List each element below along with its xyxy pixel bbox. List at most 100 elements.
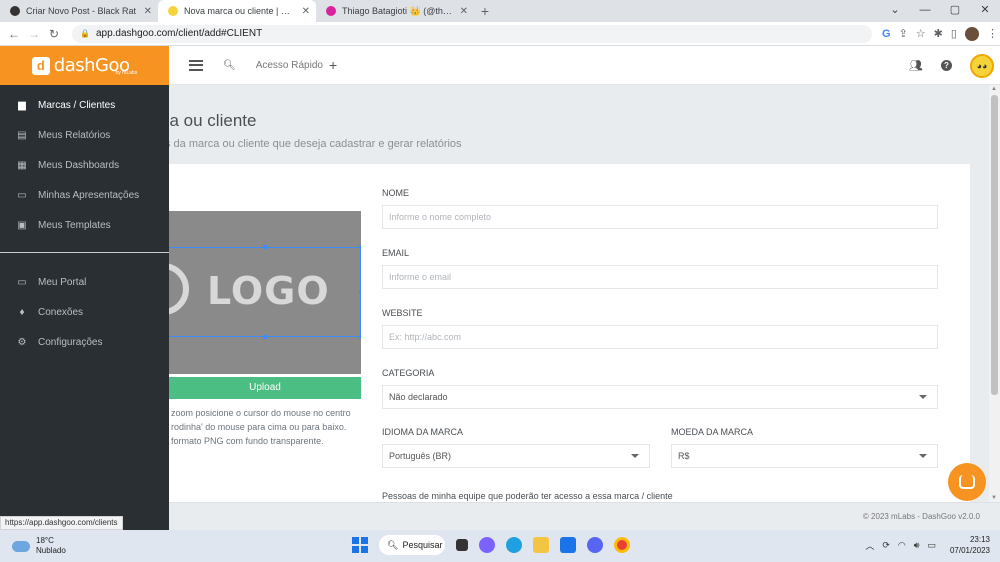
close-tab-icon[interactable]: ✕ <box>144 6 152 17</box>
team-icon[interactable]: 👥︎ <box>909 59 923 72</box>
close-tab-icon[interactable]: ✕ <box>302 6 310 17</box>
name-field[interactable]: Informe o nome completo <box>382 205 938 229</box>
scroll-down-icon[interactable]: ▼ <box>991 495 997 501</box>
forward-icon[interactable]: → <box>24 27 44 41</box>
briefcase-icon: ▆ <box>18 99 26 111</box>
website-field[interactable]: Ex: http://abc.com <box>382 325 938 349</box>
sidebar-item-templates[interactable]: ▣ Meus Templates <box>0 210 169 240</box>
battery-icon[interactable]: ▭ <box>927 540 936 551</box>
search-icon[interactable]: 🔍︎ <box>223 60 236 71</box>
file-explorer-icon[interactable] <box>533 537 549 553</box>
sidebar-item-dashboards[interactable]: ▦ Meus Dashboards <box>0 150 169 180</box>
tab-favicon-icon <box>326 6 336 16</box>
browser-tab-active[interactable]: Nova marca ou cliente | DashGoo ✕ <box>158 0 316 22</box>
app-footer: © 2023 mLabs - DashGoo v2.0.0 <box>169 502 1000 530</box>
website-label: WEBSITE <box>382 308 423 318</box>
wifi-icon[interactable]: ◠ <box>898 540 906 551</box>
currency-select[interactable]: R$ <box>671 444 938 468</box>
new-tab-button[interactable]: + <box>474 0 496 22</box>
currency-label: MOEDA DA MARCA <box>671 427 754 437</box>
minimize-icon[interactable]: — <box>910 0 940 22</box>
address-bar: ← → ↻ 🔒 app.dashgoo.com/client/add#CLIEN… <box>0 22 1000 46</box>
task-view-icon[interactable] <box>456 539 468 551</box>
language-select[interactable]: Português (BR) <box>382 444 650 468</box>
kebab-menu-icon[interactable]: ⋮ <box>987 27 998 40</box>
chevron-up-icon[interactable]: ︿ <box>865 539 874 552</box>
taskbar-search[interactable]: 🔍︎ Pesquisar <box>379 535 445 555</box>
user-avatar[interactable]: ◕◕ <box>970 53 994 78</box>
crop-handle[interactable] <box>263 245 267 249</box>
sidebar-item-label: Configurações <box>38 336 103 348</box>
star-icon[interactable]: ☆ <box>916 27 926 40</box>
currency-value: R$ <box>678 451 690 461</box>
footer-copyright: © 2023 mLabs - DashGoo v2.0.0 <box>862 512 980 521</box>
sidebar-menu: ▆ Marcas / Clientes ▤ Meus Relatórios ▦ … <box>0 85 169 357</box>
sidebar: d dashGoo by mLabs ▆ Marcas / Clientes ▤… <box>0 46 169 530</box>
email-label: EMAIL <box>382 248 410 258</box>
reload-icon[interactable]: ↻ <box>44 27 64 41</box>
quick-access-label: Acesso Rápido <box>255 59 323 71</box>
os-taskbar: 18°C Nublado 🔍︎ Pesquisar ︿ ⟳ ◠ 🔊︎ ▭ 23:… <box>0 530 1000 562</box>
sidebar-item-brands[interactable]: ▆ Marcas / Clientes <box>0 90 169 120</box>
email-field[interactable]: Informe o email <box>382 265 938 289</box>
browser-tab[interactable]: Thiago Batagioti 👑 (@thiago.ba ✕ <box>316 0 474 22</box>
clock[interactable]: 23:13 07/01/2023 <box>950 534 990 556</box>
browser-tab[interactable]: Criar Novo Post - Black Rat ✕ <box>0 0 158 22</box>
chrome-icon[interactable] <box>614 537 630 553</box>
chat-support-button[interactable] <box>948 463 986 501</box>
upload-hint: zoom posicione o cursor do mouse no cent… <box>171 406 361 448</box>
presentation-icon: ▭ <box>17 189 27 201</box>
crop-handle[interactable] <box>263 335 267 339</box>
maximize-icon[interactable]: ▢ <box>940 0 970 22</box>
chat-icon <box>959 475 975 489</box>
sync-icon[interactable]: ⟳ <box>882 540 890 551</box>
clock-time: 23:13 <box>969 535 990 544</box>
crop-handle[interactable] <box>359 335 361 339</box>
taskbar-apps: 🔍︎ Pesquisar <box>352 535 630 555</box>
profile-avatar[interactable] <box>964 26 979 41</box>
client-form-card: LOGO Upload zoom posicione o cursor do m… <box>169 164 970 502</box>
share-icon[interactable]: ⇪ <box>899 27 908 40</box>
scroll-up-icon[interactable]: ▲ <box>991 86 997 92</box>
crop-handle[interactable] <box>359 245 361 249</box>
sidebar-item-connections[interactable]: ♦ Conexões <box>0 297 169 327</box>
sidebar-item-presentations[interactable]: ▭ Minhas Apresentações <box>0 180 169 210</box>
back-icon[interactable]: ← <box>4 27 24 41</box>
chevron-down-icon <box>919 454 927 458</box>
sidebar-item-label: Marcas / Clientes <box>38 99 116 111</box>
google-icon[interactable]: G <box>882 28 891 40</box>
weather-condition: Nublado <box>36 546 66 555</box>
url-field[interactable]: 🔒 app.dashgoo.com/client/add#CLIENT <box>72 24 872 43</box>
category-select[interactable]: Não declarado <box>382 385 938 409</box>
upload-button[interactable]: Upload <box>169 377 361 399</box>
templates-icon: ▣ <box>17 219 27 231</box>
puzzle-icon[interactable]: ✱ <box>934 27 943 40</box>
category-label: CATEGORIA <box>382 368 435 378</box>
windows-start-icon[interactable] <box>352 537 368 553</box>
hamburger-menu-icon[interactable] <box>189 59 203 71</box>
chat-app-icon[interactable] <box>479 537 495 553</box>
edge-icon[interactable] <box>506 537 522 553</box>
sidebar-item-settings[interactable]: ⚙ Configurações <box>0 327 169 357</box>
dashboard-icon: ▦ <box>17 159 27 171</box>
volume-icon[interactable]: 🔊︎ <box>914 540 920 551</box>
weather-widget[interactable]: 18°C Nublado <box>12 536 66 556</box>
brand-logo[interactable]: d dashGoo by mLabs <box>0 46 169 85</box>
scrollbar-thumb[interactable] <box>991 95 998 395</box>
sidebar-item-reports[interactable]: ▤ Meus Relatórios <box>0 120 169 150</box>
help-icon[interactable]: ? <box>941 60 952 71</box>
close-window-icon[interactable]: ✕ <box>970 0 1000 22</box>
sidebar-item-portal[interactable]: ▭ Meu Portal <box>0 267 169 297</box>
sidepanel-icon[interactable]: ▯ <box>951 27 957 40</box>
quick-access[interactable]: Acesso Rápido + <box>256 57 337 73</box>
language-label: IDIOMA DA MARCA <box>382 427 464 437</box>
crop-handle[interactable] <box>359 290 361 294</box>
page-scrollbar[interactable]: ▲ ▼ <box>989 85 1000 502</box>
crop-selection[interactable] <box>169 245 361 339</box>
logo-preview[interactable]: LOGO <box>169 211 361 374</box>
discord-icon[interactable] <box>587 537 603 553</box>
mail-icon[interactable] <box>560 537 576 553</box>
close-tab-icon[interactable]: ✕ <box>460 6 468 17</box>
chevron-down-icon[interactable]: ⌄ <box>880 0 910 22</box>
lock-icon[interactable]: 🔒 <box>80 29 90 38</box>
